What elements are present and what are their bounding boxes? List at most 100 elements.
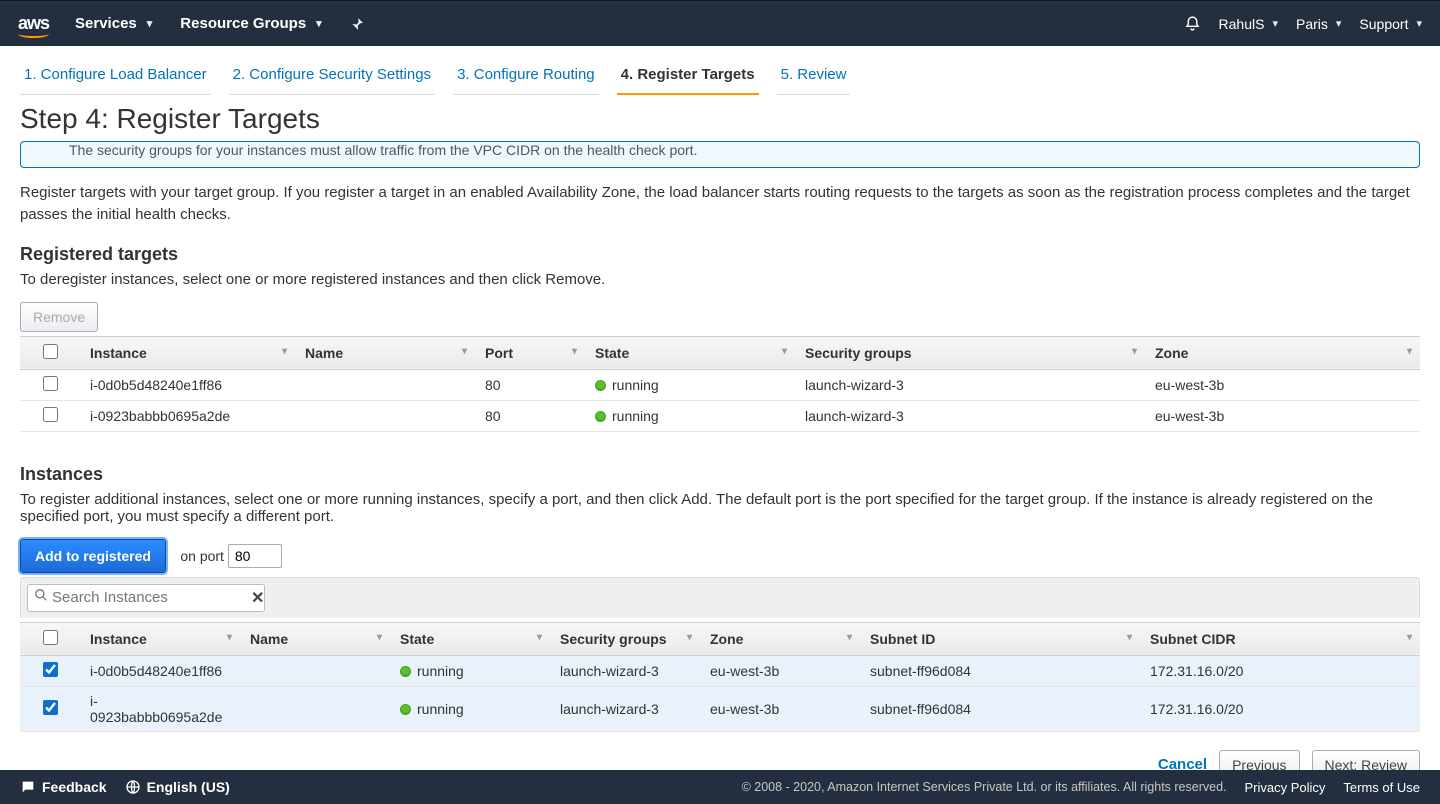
col-port[interactable]: Port — [475, 336, 585, 369]
cell-sg: launch-wizard-3 — [550, 686, 700, 731]
col-instance[interactable]: Instance — [80, 336, 295, 369]
info-text: The security groups for your instances m… — [69, 142, 697, 158]
col-sg[interactable]: Security groups — [550, 622, 700, 655]
cell-cidr: 172.31.16.0/20 — [1140, 655, 1420, 686]
cancel-link[interactable]: Cancel — [1158, 756, 1207, 770]
cell-cidr: 172.31.16.0/20 — [1140, 686, 1420, 731]
col-instance[interactable]: Instance — [80, 622, 240, 655]
tab-review[interactable]: 5. Review — [777, 60, 851, 95]
col-checkbox — [20, 622, 80, 655]
cell-zone: eu-west-3b — [1145, 400, 1420, 431]
clear-search-icon[interactable]: ✕ — [251, 588, 264, 608]
cell-sg: launch-wizard-3 — [795, 369, 1145, 400]
cell-name — [240, 655, 390, 686]
col-state[interactable]: State — [585, 336, 795, 369]
row-checkbox[interactable] — [43, 376, 58, 391]
row-checkbox[interactable] — [43, 700, 58, 715]
instances-table: Instance Name State Security groups Zone… — [20, 622, 1420, 732]
cell-zone: eu-west-3b — [700, 686, 860, 731]
nav-resource-groups[interactable]: Resource Groups — [180, 15, 321, 32]
table-header-row: Instance Name Port State Security groups… — [20, 336, 1420, 369]
top-nav: aws Services Resource Groups RahulS Pari… — [0, 0, 1440, 46]
port-input[interactable] — [228, 544, 282, 568]
registered-heading: Registered targets — [20, 244, 1420, 265]
cell-subnet: subnet-ff96d084 — [860, 686, 1140, 731]
search-box: ✕ — [27, 584, 265, 612]
cell-port: 80 — [475, 369, 585, 400]
tab-routing[interactable]: 3. Configure Routing — [453, 60, 599, 95]
copyright: © 2008 - 2020, Amazon Internet Services … — [742, 780, 1227, 794]
cell-state: running — [585, 400, 795, 431]
cell-name — [295, 400, 475, 431]
cell-instance: i-0d0b5d48240e1ff86 — [80, 655, 240, 686]
table-row[interactable]: i-0923babbb0695a2de running launch-wizar… — [20, 686, 1420, 731]
col-subnet[interactable]: Subnet ID — [860, 622, 1140, 655]
intro-text: Register targets with your target group.… — [20, 182, 1420, 226]
table-row[interactable]: i-0d0b5d48240e1ff86 running launch-wizar… — [20, 655, 1420, 686]
feedback-link[interactable]: Feedback — [20, 779, 107, 795]
col-checkbox — [20, 336, 80, 369]
select-all-registered[interactable] — [43, 344, 58, 359]
language-selector[interactable]: English (US) — [125, 779, 230, 795]
action-row: Cancel Previous Next: Review — [20, 732, 1420, 771]
row-checkbox[interactable] — [43, 662, 58, 677]
cell-name — [240, 686, 390, 731]
table-header-row: Instance Name State Security groups Zone… — [20, 622, 1420, 655]
col-zone[interactable]: Zone — [700, 622, 860, 655]
cell-state: running — [390, 686, 550, 731]
col-state[interactable]: State — [390, 622, 550, 655]
remove-button[interactable]: Remove — [20, 302, 98, 332]
cell-instance: i-0923babbb0695a2de — [80, 400, 295, 431]
instances-help: To register additional instances, select… — [20, 491, 1420, 525]
table-row[interactable]: i-0923babbb0695a2de 80 running launch-wi… — [20, 400, 1420, 431]
tab-security[interactable]: 2. Configure Security Settings — [229, 60, 435, 95]
on-port-label: on port — [180, 548, 224, 564]
status-dot-icon — [595, 380, 606, 391]
page-content: Step 4: Register Targets The security gr… — [0, 95, 1440, 770]
add-to-registered-button[interactable]: Add to registered — [20, 539, 166, 573]
cell-state: running — [585, 369, 795, 400]
privacy-link[interactable]: Privacy Policy — [1245, 780, 1326, 795]
col-name[interactable]: Name — [240, 622, 390, 655]
pin-icon[interactable] — [350, 17, 364, 31]
cell-zone: eu-west-3b — [700, 655, 860, 686]
wizard-tabs: 1. Configure Load Balancer 2. Configure … — [0, 46, 1440, 95]
cell-instance: i-0923babbb0695a2de — [80, 686, 240, 731]
cell-zone: eu-west-3b — [1145, 369, 1420, 400]
col-name[interactable]: Name — [295, 336, 475, 369]
select-all-instances[interactable] — [43, 630, 58, 645]
col-zone[interactable]: Zone — [1145, 336, 1420, 369]
cell-sg: launch-wizard-3 — [795, 400, 1145, 431]
add-row: Add to registered on port — [20, 539, 1420, 573]
registered-table: Instance Name Port State Security groups… — [20, 336, 1420, 432]
bell-icon[interactable] — [1184, 15, 1201, 32]
aws-logo[interactable]: aws — [18, 13, 49, 34]
info-box: The security groups for your instances m… — [20, 141, 1420, 168]
row-checkbox[interactable] — [43, 407, 58, 422]
tab-register-targets[interactable]: 4. Register Targets — [617, 60, 759, 95]
chat-icon — [20, 779, 36, 795]
footer-bar: Feedback English (US) © 2008 - 2020, Ama… — [0, 770, 1440, 804]
col-cidr[interactable]: Subnet CIDR — [1140, 622, 1420, 655]
previous-button[interactable]: Previous — [1219, 750, 1299, 771]
terms-link[interactable]: Terms of Use — [1343, 780, 1420, 795]
cell-name — [295, 369, 475, 400]
search-wrap: ✕ — [20, 577, 1420, 618]
cell-instance: i-0d0b5d48240e1ff86 — [80, 369, 295, 400]
nav-user[interactable]: RahulS — [1219, 16, 1278, 32]
tab-configure-lb[interactable]: 1. Configure Load Balancer — [20, 60, 211, 95]
nav-services[interactable]: Services — [75, 15, 152, 32]
search-input[interactable] — [52, 589, 251, 606]
search-icon — [34, 588, 48, 607]
cell-port: 80 — [475, 400, 585, 431]
nav-support[interactable]: Support — [1359, 16, 1422, 32]
table-row[interactable]: i-0d0b5d48240e1ff86 80 running launch-wi… — [20, 369, 1420, 400]
cell-state: running — [390, 655, 550, 686]
instances-heading: Instances — [20, 464, 1420, 485]
nav-region[interactable]: Paris — [1296, 16, 1341, 32]
cell-sg: launch-wizard-3 — [550, 655, 700, 686]
status-dot-icon — [400, 666, 411, 677]
cell-subnet: subnet-ff96d084 — [860, 655, 1140, 686]
next-button[interactable]: Next: Review — [1312, 750, 1420, 771]
col-sg[interactable]: Security groups — [795, 336, 1145, 369]
